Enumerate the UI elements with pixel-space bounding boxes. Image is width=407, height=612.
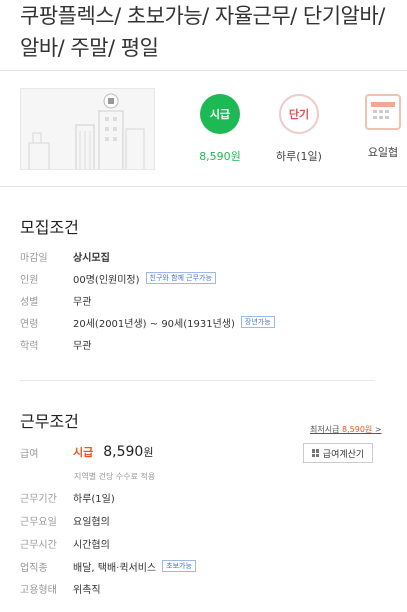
recruit-row-headcount: 인원 00명(인원미정) 친구와 함께 근무가능 [20,268,390,288]
pay-type: 시급 [73,446,94,459]
row-label: 연령 [20,318,39,330]
row-value: 00명(인원미정) [73,274,140,286]
feature-period: 단기 하루(1일) [264,94,334,164]
work-row-period: 근무기간 하루(1일) [20,487,390,507]
pay-amount-number: 8,590 [103,444,144,460]
senior-ok-tag: 장년가능 [240,316,275,328]
city-illustration-icon [21,89,154,169]
recruit-heading: 모집조건 [20,218,79,237]
short-term-badge-icon: 단기 [279,94,319,134]
work-row-job-category: 업직종 배달, 택배·퀵서비스 초보가능 [20,556,390,576]
chevron-right-icon: > [374,425,382,434]
row-value: 시간협의 [73,539,110,551]
recruit-row-age: 연령 20세(2001년생) ~ 90세(1931년생) 장년가능 [20,312,390,332]
row-value: 20세(2001년생) ~ 90세(1931년생) [73,318,235,330]
row-value: 무관 [73,340,92,352]
section-separator [20,380,375,381]
work-row-hours: 근무시간 시간협의 [20,533,390,553]
row-value: 배달, 택배·퀵서비스 [73,562,157,574]
work-row-days: 근무요일 요일협의 [20,510,390,530]
min-wage-link[interactable]: 최저시급 8,590원 > [310,424,382,435]
row-label: 근무요일 [20,516,57,528]
pay-amount: 8,590원 [103,444,153,460]
header-divider [0,70,407,71]
row-label: 마감일 [20,252,48,264]
wage-badge-icon: 시급 [200,94,240,134]
beginner-ok-tag: 초보가능 [162,560,196,572]
row-label: 근무기간 [20,493,57,505]
row-label: 근무시간 [20,539,57,551]
wage-calculator-button[interactable]: 급여계산기 [303,443,373,463]
row-value: 위촉직 [73,584,101,596]
row-label: 인원 [20,274,39,286]
work-heading: 근무조건 [20,412,79,431]
pay-unit: 원 [143,446,154,459]
min-wage-text: 최저시급 [310,425,340,434]
recruit-row-gender: 성별 무관 [20,290,390,310]
row-value: 상시모집 [73,252,110,264]
wage-calculator-label: 급여계산기 [322,449,365,460]
row-label: 성별 [20,296,39,308]
feature-period-caption: 하루(1일) [276,150,322,163]
min-wage-value: 8,590원 [342,425,373,434]
row-value: 요일협의 [73,516,110,528]
fee-note: 지역별 건당 수수료 적용 [74,472,156,481]
row-label: 학력 [20,340,39,352]
calendar-icon [365,94,401,130]
row-label: 업직종 [20,562,48,574]
feature-wage-caption: 8,590원 [199,150,241,163]
workplace-illustration[interactable] [20,88,155,170]
row-value: 하루(1일) [73,493,115,505]
row-value: 무관 [73,296,92,308]
recruit-row-education: 학력 무관 [20,334,390,354]
section-divider [0,186,407,187]
friend-ok-tag: 친구와 함께 근무가능 [145,272,216,284]
recruit-row-deadline: 마감일 상시모집 [20,246,390,266]
feature-days-caption: 요일협 [367,146,399,159]
calculator-icon [311,449,320,457]
job-title: 쿠팡플렉스/ 초보가능/ 자율근무/ 단기알바/ 알바/ 주말/ 평일 [20,4,385,60]
feature-days: 요일협 [348,94,407,160]
row-label: 급여 [20,448,39,460]
work-row-employment-type: 고용형태 위촉직 [20,578,390,598]
row-label: 고용형태 [20,584,57,596]
feature-wage: 시급 8,590원 [185,94,255,164]
